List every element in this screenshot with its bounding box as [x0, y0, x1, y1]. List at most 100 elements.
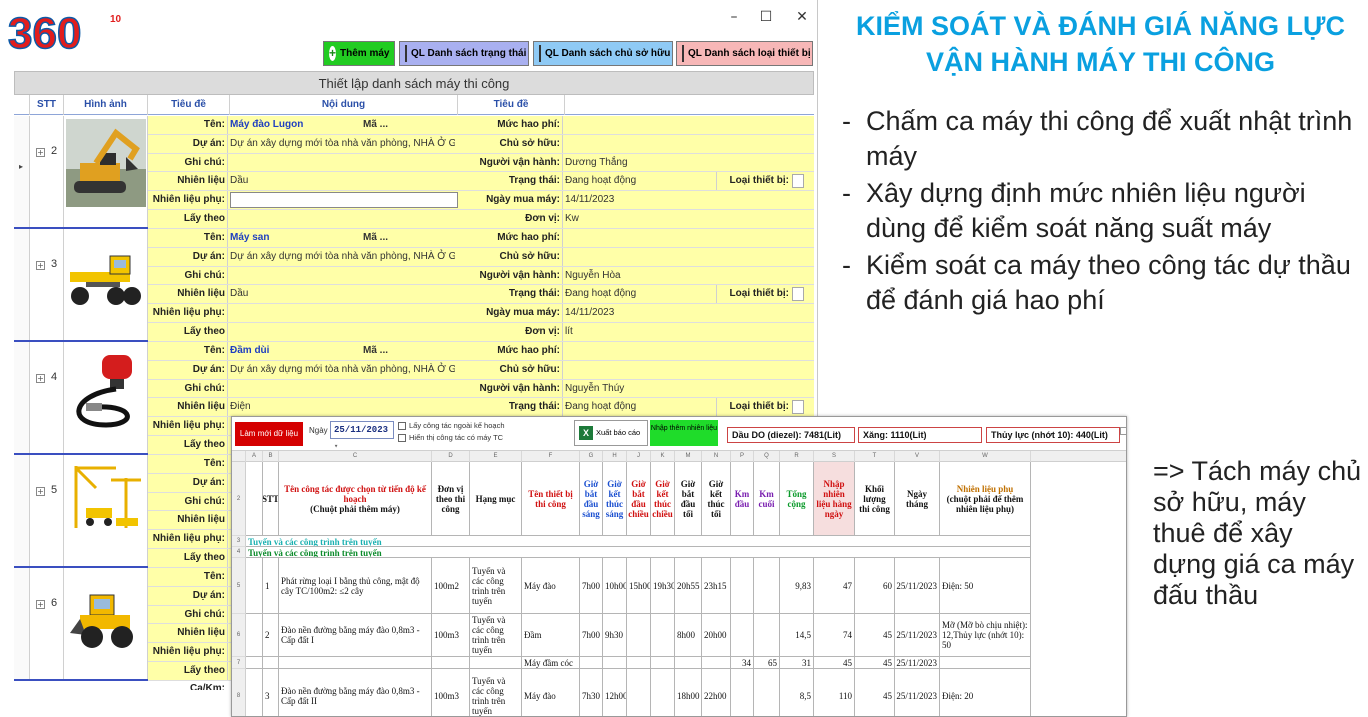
equipment-cell[interactable]: Đầm	[522, 614, 580, 657]
machine-image[interactable]	[64, 229, 148, 340]
header-start-afternoon[interactable]: Giờ bắt đầu chiều	[627, 462, 651, 536]
export-report-button[interactable]: X Xuất báo cáo	[574, 420, 648, 446]
row-gutter[interactable]	[14, 568, 30, 679]
project-value[interactable]: Dự án xây dựng mới tòa nhà văn phòng, NH…	[230, 361, 455, 379]
section-row[interactable]: Tuyến và các công trình trên tuyến	[246, 547, 1031, 558]
header-equipment[interactable]: Tên thiết bị thi công	[522, 462, 580, 536]
type-dropdown[interactable]	[792, 400, 804, 415]
manage-status-button[interactable]: QL Danh sách trạng thái	[399, 41, 529, 66]
time-cell[interactable]	[627, 669, 651, 716]
time-cell[interactable]: 18h00	[675, 669, 702, 716]
corner-cell[interactable]	[232, 451, 246, 462]
time-cell[interactable]: 15h00	[627, 558, 651, 614]
stt-cell[interactable]: 2	[263, 614, 279, 657]
total-cell[interactable]: 31	[780, 657, 814, 669]
column-letter[interactable]: N	[702, 451, 731, 462]
row-number[interactable]: 3	[232, 536, 246, 547]
machine-code-label[interactable]: Mã ...	[363, 229, 458, 247]
main-fuel-value[interactable]: Điện	[230, 398, 455, 416]
consumption-value[interactable]	[565, 229, 715, 247]
section-row[interactable]: Tuyến và các công trình trên tuyến	[246, 536, 1031, 547]
time-cell[interactable]	[675, 657, 702, 669]
manage-owner-button[interactable]: QL Danh sách chủ sở hữu	[533, 41, 673, 66]
unplanned-tasks-checkbox[interactable]: Lấy công tác ngoài kế hoạch	[398, 421, 505, 430]
time-cell[interactable]: 19h30	[651, 558, 675, 614]
row-number[interactable]: 4	[232, 547, 246, 558]
volume-cell[interactable]: 45	[855, 657, 895, 669]
purchase-date-value[interactable]: 14/11/2023	[565, 304, 715, 322]
time-cell[interactable]: 22h00	[702, 669, 731, 716]
unit-value[interactable]: lít	[565, 323, 715, 341]
fuel-cell[interactable]: 45	[814, 657, 855, 669]
machine-row[interactable]: ▸ +2 Tên: Máy đào Lugon Mã ... Mức hao phí: Dự…	[14, 116, 814, 242]
row-gutter[interactable]	[14, 342, 30, 453]
blank-header[interactable]	[246, 462, 263, 536]
time-cell[interactable]	[603, 657, 627, 669]
header-end-afternoon[interactable]: Giờ kết thúc chiều	[651, 462, 675, 536]
fuel-cell[interactable]: 110	[814, 669, 855, 716]
minimize-button[interactable]: –	[722, 8, 746, 26]
status-value[interactable]: Đang hoạt động	[565, 398, 715, 416]
project-value[interactable]: Dự án xây dựng mới tòa nhà văn phòng, NH…	[230, 248, 455, 266]
refresh-data-button[interactable]: Làm mới dữ liệu	[235, 422, 303, 446]
time-cell[interactable]: 7h00	[580, 558, 603, 614]
task-cell[interactable]: Đào nền đường bằng máy đào 0,8m3 - Cấp đ…	[279, 669, 432, 716]
maximize-button[interactable]: ☐	[754, 8, 778, 26]
column-letter[interactable]: E	[470, 451, 522, 462]
volume-cell[interactable]: 60	[855, 558, 895, 614]
aux-fuel-cell[interactable]: Điện: 50	[940, 558, 1031, 614]
header-content[interactable]: Nội dung	[230, 95, 458, 115]
status-value[interactable]: Đang hoạt động	[565, 285, 715, 303]
expand-icon[interactable]: +	[36, 148, 45, 157]
equipment-cell[interactable]: Máy đào	[522, 558, 580, 614]
main-fuel-value[interactable]: Dầu	[230, 285, 455, 303]
unit-value[interactable]: Kw	[565, 210, 715, 228]
time-cell[interactable]: 20h00	[702, 614, 731, 657]
column-letter[interactable]: D	[432, 451, 470, 462]
date-picker[interactable]: 25/11/2023 ▾	[330, 421, 394, 451]
row-gutter[interactable]	[14, 455, 30, 566]
header-image[interactable]: Hình ảnh	[64, 95, 148, 115]
date-cell[interactable]: 25/11/2023	[895, 657, 940, 669]
expand-icon[interactable]: +	[36, 374, 45, 383]
km-start-cell[interactable]	[731, 558, 754, 614]
column-letter[interactable]: G	[580, 451, 603, 462]
time-cell[interactable]	[651, 657, 675, 669]
km-end-cell[interactable]	[754, 558, 780, 614]
close-button[interactable]: ✕	[790, 8, 814, 26]
consumption-value[interactable]	[565, 116, 715, 134]
date-cell[interactable]: 25/11/2023	[895, 558, 940, 614]
category-cell[interactable]: Tuyến và các công trình trên tuyến	[470, 669, 522, 716]
column-letter[interactable]: F	[522, 451, 580, 462]
task-cell[interactable]	[279, 657, 432, 669]
category-cell[interactable]: Tuyến và các công trình trên tuyến	[470, 558, 522, 614]
time-cell[interactable]	[580, 657, 603, 669]
task-cell[interactable]: Đào nền đường bằng máy đào 0,8m3 - Cấp đ…	[279, 614, 432, 657]
expand-icon[interactable]: +	[36, 261, 45, 270]
stt-cell[interactable]: 1	[263, 558, 279, 614]
row-number[interactable]: 6	[232, 614, 246, 657]
owner-value[interactable]	[565, 361, 715, 379]
machine-image[interactable]	[64, 455, 148, 566]
stt-cell[interactable]	[263, 657, 279, 669]
total-cell[interactable]: 9,83	[780, 558, 814, 614]
machine-image[interactable]	[64, 116, 148, 227]
unit-cell[interactable]: 100m3	[432, 669, 470, 716]
header-title-2[interactable]: Tiêu đề	[458, 95, 565, 115]
header-end-morning[interactable]: Giờ kết thúc sáng	[603, 462, 627, 536]
header-km-end[interactable]: Km cuối	[754, 462, 780, 536]
column-letter[interactable]: M	[675, 451, 702, 462]
header-start-morning[interactable]: Giờ bắt đầu sáng	[580, 462, 603, 536]
header-km-start[interactable]: Km đầu	[731, 462, 754, 536]
km-end-cell[interactable]	[754, 669, 780, 716]
manage-type-button[interactable]: QL Danh sách loại thiết bị	[676, 41, 813, 66]
main-fuel-value[interactable]: Dầu	[230, 172, 455, 190]
km-start-cell[interactable]	[731, 669, 754, 716]
category-cell[interactable]: Tuyến và các công trình trên tuyến	[470, 614, 522, 657]
blank-cell[interactable]	[246, 669, 263, 716]
consumption-value[interactable]	[565, 342, 715, 360]
row-gutter[interactable]	[14, 229, 30, 340]
column-letter[interactable]: V	[895, 451, 940, 462]
column-letter[interactable]: B	[263, 451, 279, 462]
header-title[interactable]: Tiêu đề	[148, 95, 230, 115]
